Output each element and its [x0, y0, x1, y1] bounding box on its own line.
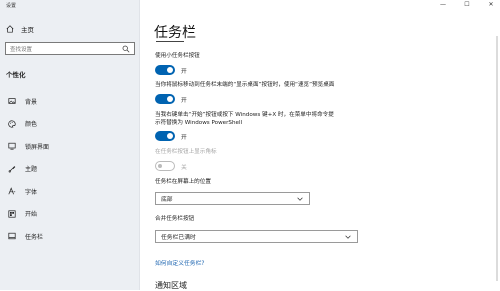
start-icon [8, 210, 16, 218]
sidebar-item-home[interactable]: 主页 [6, 24, 34, 34]
sidebar-item-fonts[interactable]: 字体 [0, 180, 139, 203]
combine-value: 任务栏已满时 [161, 235, 196, 241]
chevron-down-icon [297, 197, 303, 201]
toggle-state: 开 [181, 98, 187, 104]
combine-label: 合并任务栏按钮 [155, 216, 195, 222]
toggle-state: 开 [181, 135, 187, 141]
sidebar-item-label: 字体 [25, 188, 38, 196]
badges-toggle[interactable] [155, 161, 175, 171]
sidebar-item-label: 开始 [25, 211, 38, 219]
font-icon [8, 187, 16, 195]
sidebar-item-label: 背景 [25, 98, 38, 106]
minimize-button[interactable]: — [438, 1, 448, 8]
sidebar-item-colors[interactable]: 颜色 [0, 113, 139, 136]
section-label: 个性化 [6, 71, 26, 79]
combine-dropdown[interactable]: 任务栏已满时 [155, 230, 358, 243]
toggle-state: 关 [181, 165, 187, 171]
close-button[interactable]: ✕ [486, 1, 496, 8]
chevron-down-icon [345, 235, 351, 239]
sidebar-item-label: 锁屏界面 [25, 143, 50, 151]
maximize-button[interactable]: ☐ [462, 1, 472, 8]
setting-label-peek: 当你将鼠标移动到任务栏末端的“显示桌面”按钮时，使用“速览”预览桌面 [155, 82, 335, 88]
sidebar-item-start[interactable]: 开始 [0, 203, 139, 226]
image-icon [8, 98, 16, 105]
peek-toggle[interactable] [155, 94, 175, 104]
sidebar-item-background[interactable]: 背景 [0, 90, 139, 113]
home-icon [6, 25, 14, 33]
powershell-toggle[interactable] [155, 131, 175, 141]
sidebar-item-label: 主题 [25, 166, 38, 174]
page-title: 任务栏 [154, 25, 196, 41]
sidebar: 设置 主页 查找设置 个性化 背景 颜色 锁屏界面 主题 字体 开始 任务栏 [0, 0, 140, 290]
sidebar-item-label: 任务栏 [25, 233, 44, 241]
setting-label-small-buttons: 使用小任务栏按钮 [155, 53, 200, 59]
search-icon[interactable] [122, 45, 130, 53]
palette-icon [8, 120, 16, 128]
sidebar-item-label: 颜色 [25, 121, 38, 129]
position-dropdown[interactable]: 底部 [155, 192, 310, 205]
setting-label-powershell-line2: 示符替换为 Windows PowerShell [155, 120, 243, 126]
search-input[interactable]: 查找设置 [5, 42, 135, 55]
small-buttons-toggle[interactable] [155, 65, 175, 75]
theme-icon [8, 165, 16, 173]
section-heading-notification-area: 通知区域 [155, 281, 187, 290]
lock-screen-icon [8, 143, 16, 150]
sidebar-item-taskbar[interactable]: 任务栏 [0, 225, 139, 248]
sidebar-nav: 背景 颜色 锁屏界面 主题 字体 开始 任务栏 [0, 90, 139, 248]
setting-label-badges: 在任务栏按钮上显示角标 [155, 149, 217, 155]
help-link[interactable]: 如何自定义任务栏? [155, 258, 204, 267]
window-controls: — ☐ ✕ [438, 1, 496, 8]
divider [156, 41, 184, 45]
sidebar-item-home-label: 主页 [21, 26, 34, 34]
sidebar-item-lock-screen[interactable]: 锁屏界面 [0, 135, 139, 158]
toggle-state: 开 [181, 69, 187, 75]
sidebar-item-themes[interactable]: 主题 [0, 158, 139, 181]
app-title: 设置 [6, 3, 17, 9]
taskbar-icon [8, 233, 16, 240]
scrollbar[interactable] [496, 36, 498, 281]
position-label: 任务栏在屏幕上的位置 [155, 179, 211, 185]
position-value: 底部 [161, 197, 173, 203]
search-placeholder: 查找设置 [10, 46, 33, 53]
